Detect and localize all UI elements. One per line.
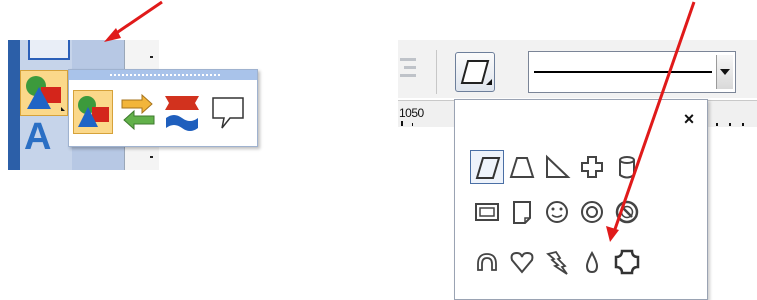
shape-picker-button[interactable] [455,52,495,92]
folded-corner-icon [513,201,531,224]
basic-shapes-icon [78,96,109,127]
smiley-icon [546,201,568,223]
lightning-icon [546,250,568,275]
ruler-tick [729,123,731,126]
drop-icon [585,250,599,274]
palette-folded-corner[interactable] [505,195,539,229]
palette-heart[interactable] [505,245,539,279]
palette-cylinder[interactable] [610,150,644,184]
palette-lightning[interactable] [540,245,574,279]
toolbar-separator [436,50,437,94]
arrow-to-flyout-grip [104,0,163,42]
line-style-preview [534,71,712,73]
palette-donut[interactable] [575,195,609,229]
shapes-tool-icon [26,76,65,111]
ruler-tick [742,123,744,126]
trapezoid-icon [509,157,535,178]
palette-plaque[interactable] [610,245,644,279]
connector-arrows-button[interactable] [118,90,158,134]
banner-shapes-icon [165,96,199,131]
callout-shapes-icon [212,97,244,129]
palette-trapezoid[interactable] [505,150,539,184]
donut-icon [581,201,603,223]
shapes-tool-button[interactable] [20,70,68,116]
no-symbol-icon [615,200,639,224]
banner-shapes-button[interactable] [162,90,202,134]
ruler-tick [412,123,413,126]
cylinder-icon [619,156,635,179]
flyout-grip-icon [110,74,220,76]
parallelogram-icon [460,60,492,85]
palette-frame[interactable] [470,195,504,229]
plaque-icon [614,249,640,275]
text-tool-button[interactable]: A [24,118,51,156]
basic-shapes-button[interactable] [73,90,113,134]
connector-arrows-icon [121,93,155,131]
heart-icon [510,251,534,274]
palette-smiley[interactable] [540,195,574,229]
rectangle-tool-button[interactable] [28,40,70,60]
line-style-dropdown-button[interactable] [716,55,733,89]
cross-icon [581,156,603,178]
palette-cross[interactable] [575,150,609,184]
close-icon[interactable]: × [680,110,698,128]
ruler-label: 1050 [399,106,424,120]
palette-right-triangle[interactable] [540,150,574,184]
palette-drop[interactable] [575,245,609,279]
palette-parallelogram[interactable] [470,150,504,184]
arc-icon [477,253,497,271]
frame-icon [475,203,499,221]
parallelogram-icon [475,157,501,179]
right-triangle-icon [546,154,571,178]
callout-shapes-button[interactable] [208,90,248,134]
dropdown-arrow-icon [720,69,730,75]
align-icon[interactable] [398,52,420,88]
left-toolbox-edge [8,40,20,170]
palette-no-symbol[interactable] [610,195,644,229]
palette-arc[interactable] [470,245,504,279]
ruler-tick [401,121,403,126]
ruler-tick [716,123,718,126]
